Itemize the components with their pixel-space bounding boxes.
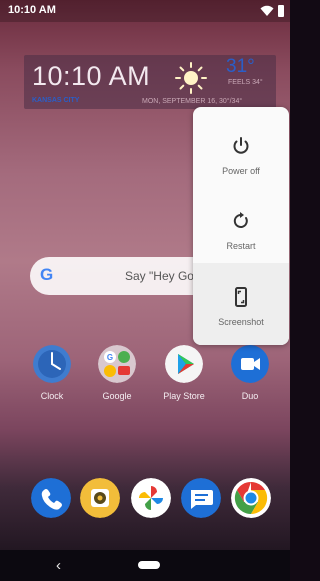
app-play-store[interactable]: Play Store [154, 345, 214, 409]
app-label: Google [102, 391, 132, 401]
google-g-icon: G [40, 265, 54, 284]
clock-icon [33, 345, 71, 383]
restart-label: Restart [226, 241, 256, 251]
sun-icon [175, 62, 207, 94]
status-time: 10:10 AM [8, 4, 56, 16]
screenshot-icon [235, 287, 247, 307]
app-label: Play Store [163, 391, 205, 401]
google-folder-icon: G [98, 345, 136, 383]
chrome-icon[interactable] [231, 478, 271, 518]
app-duo[interactable]: Duo [220, 345, 280, 409]
app-clock[interactable]: Clock [22, 345, 82, 409]
widget-feels-like: FEELS 34° [228, 79, 263, 86]
photos-icon[interactable] [131, 478, 171, 518]
search-hint: Say "Hey Go [125, 269, 194, 283]
navigation-bar: ‹ [0, 550, 290, 581]
weather-widget[interactable]: 10:10 AM KANSAS CITY 31° FEELS 34° MON, … [24, 55, 276, 109]
phone-icon[interactable] [31, 478, 71, 518]
app-label: Duo [241, 391, 259, 401]
messages-icon[interactable] [181, 478, 221, 518]
home-pill-button[interactable] [138, 561, 160, 569]
power-off-label: Power off [222, 166, 260, 176]
restart-icon [233, 212, 248, 228]
power-icon [233, 137, 249, 154]
camera-icon[interactable] [80, 478, 120, 518]
screenshot-button[interactable]: Screenshot [193, 263, 289, 345]
widget-temperature: 31° [226, 56, 255, 77]
play-store-icon [165, 345, 203, 383]
restart-button[interactable]: Restart [193, 187, 289, 264]
widget-city: KANSAS CITY [32, 97, 80, 104]
home-screen: 10:10 AM 10:10 AM KANSAS CITY 31° FEELS … [0, 0, 290, 581]
widget-clock: 10:10 AM [32, 61, 151, 91]
duo-icon [231, 345, 269, 383]
svg-text:G: G [107, 353, 113, 362]
widget-date: MON, SEPTEMBER 16, 30°/34° [142, 98, 243, 105]
app-label: Clock [40, 391, 64, 401]
power-menu: Power off Restart Screenshot [193, 107, 289, 345]
wifi-icon [260, 5, 274, 16]
screenshot-label: Screenshot [218, 317, 264, 327]
back-icon[interactable]: ‹ [56, 557, 61, 574]
app-google[interactable]: G Google [87, 345, 147, 409]
power-off-button[interactable]: Power off [193, 112, 289, 189]
battery-icon [278, 5, 284, 17]
status-bar: 10:10 AM [0, 0, 290, 22]
